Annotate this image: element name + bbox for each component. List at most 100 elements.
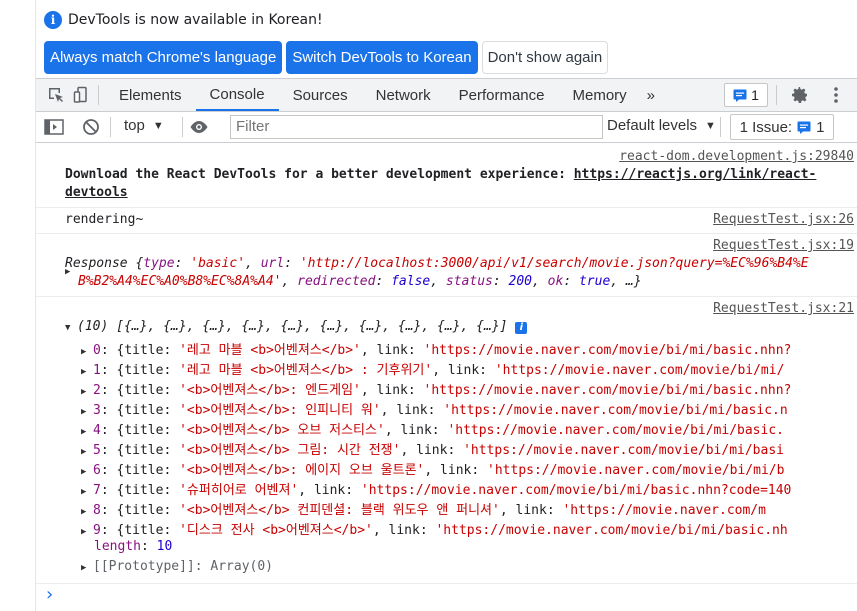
log-levels-dropdown[interactable]: Default levels ▼	[607, 117, 716, 134]
array-item[interactable]: ▶ 0: {title: '레고 마블 <b>어벤져스</b>', link: '…	[81, 339, 791, 358]
message-icon	[797, 121, 811, 134]
console-prompt[interactable]: ›	[36, 584, 857, 608]
tab-console[interactable]: Console	[195, 79, 279, 111]
item-index: 6	[93, 463, 101, 478]
message-icon	[733, 89, 747, 102]
source-link[interactable]: RequestTest.jsx:26	[713, 212, 854, 227]
array-summary[interactable]: ▼ (10) [{…}, {…}, {…}, {…}, {…}, {…}, {…}…	[65, 319, 528, 334]
array-item[interactable]: ▶ 8: {title: '<b>어벤져스</b> 컨피덴셜: 블랙 위도우 앤 …	[81, 499, 766, 518]
expand-arrow-icon[interactable]: ▶	[81, 467, 93, 477]
expand-arrow-icon[interactable]: ▶	[65, 267, 77, 277]
expand-arrow-icon[interactable]: ▶	[81, 487, 93, 497]
tab-performance[interactable]: Performance	[445, 79, 559, 111]
array-item[interactable]: ▶ 7: {title: '슈퍼히어로 어벤져', link: 'https://…	[81, 479, 791, 498]
array-item[interactable]: ▶ 9: {title: '디스크 전사 <b>어벤져스</b>', link: …	[81, 519, 788, 538]
always-match-language-button[interactable]: Always match Chrome's language	[44, 41, 283, 74]
item-link-key: link	[515, 503, 547, 518]
language-infobar: i DevTools is now available in Korean! A…	[36, 0, 857, 79]
settings-gear-icon[interactable]	[790, 85, 810, 105]
key-status: status	[445, 274, 493, 289]
item-link: 'https://movie.naver.com/movie/bi/mi/bas…	[360, 483, 792, 498]
issues-count: 1	[816, 118, 825, 136]
more-tabs-chevron-icon[interactable]: »	[641, 79, 661, 111]
array-item[interactable]: ▶ 5: {title: '<b>어벤져스</b> 그림: 시간 전쟁', lin…	[81, 439, 784, 458]
array-length: length: 10	[94, 539, 173, 554]
switch-to-korean-button[interactable]: Switch DevTools to Korean	[286, 41, 478, 74]
item-title-key: title	[124, 443, 164, 458]
tab-memory[interactable]: Memory	[559, 79, 641, 111]
item-title-key: title	[124, 423, 164, 438]
console-toolbar: top ▼ Filter Default levels ▼ 1 Issue: 1	[36, 112, 857, 143]
info-badge-icon: i	[515, 322, 528, 334]
react-devtools-link[interactable]: https://reactjs.org/link/react-	[574, 167, 817, 182]
array-item[interactable]: ▶ 4: {title: '<b>어벤져스</b> 오브 저스티스', link:…	[81, 419, 784, 438]
item-index: 8	[93, 503, 101, 518]
array-item[interactable]: ▶ 6: {title: '<b>어벤져스</b>: 에이지 오브 울트론', l…	[81, 459, 784, 478]
message-body: Download the React DevTools for a better…	[65, 167, 574, 182]
prompt-chevron-icon: ›	[44, 584, 55, 605]
collapse-arrow-icon[interactable]: ▼	[65, 323, 77, 333]
value-ok: true	[578, 274, 611, 289]
live-expression-eye-icon[interactable]	[189, 117, 209, 137]
item-link-key: link	[376, 383, 408, 398]
item-link-key: link	[447, 363, 480, 378]
item-title: '레고 마블 <b>어벤져스</b> : 기후위기'	[179, 363, 433, 378]
issues-label: 1 Issue:	[739, 118, 793, 136]
item-title: '<b>어벤져스</b> 오브 저스티스'	[179, 423, 385, 438]
tabbar-separator	[98, 85, 99, 105]
item-link: 'https://movie.naver.com/movie/bi/mi/bas…	[447, 423, 784, 438]
more-options-icon[interactable]	[826, 85, 846, 105]
inspect-element-icon[interactable]	[46, 85, 66, 105]
react-devtools-link-cont[interactable]: devtools	[65, 185, 128, 200]
expand-arrow-icon[interactable]: ▶	[81, 347, 93, 357]
infobar-buttons: Always match Chrome's language Switch De…	[44, 41, 609, 74]
array-item[interactable]: ▶ 1: {title: '레고 마블 <b>어벤져스</b> : 기후위기', …	[81, 359, 784, 378]
source-link[interactable]: RequestTest.jsx:19	[713, 238, 854, 253]
item-title-key: title	[124, 523, 164, 538]
messages-button[interactable]: 1	[724, 83, 768, 107]
array-item[interactable]: ▶ 2: {title: '<b>어벤져스</b>: 엔드게임', link: '…	[81, 379, 791, 398]
issues-button[interactable]: 1 Issue: 1	[730, 114, 834, 140]
item-index: 3	[93, 403, 101, 418]
key-ok: ok	[547, 274, 564, 289]
response-end: , …}	[610, 274, 642, 289]
clear-console-icon[interactable]	[81, 117, 101, 137]
item-link: 'https://movie.naver.com/movie/bi/mi/bas…	[423, 383, 792, 398]
item-link: 'https://movie.naver.com/movie/bi/mi/bas…	[463, 443, 784, 458]
value-url: 'http://localhost:3000/api/v1/search/mov…	[299, 256, 809, 271]
expand-arrow-icon[interactable]: ▶	[81, 407, 93, 417]
length-key: length	[94, 539, 141, 554]
context-selector[interactable]: top ▼	[124, 117, 164, 134]
console-message-array: RequestTest.jsx:21 ▼ (10) [{…}, {…}, {…},…	[36, 297, 857, 584]
console-output: react-dom.development.js:29840 Download …	[36, 143, 857, 608]
dont-show-again-button[interactable]: Don't show again	[481, 41, 609, 74]
device-toolbar-icon[interactable]	[72, 85, 92, 105]
item-link-key: link	[376, 343, 408, 358]
array-item[interactable]: ▶ 3: {title: '<b>어벤져스</b>: 인피니티 워', link:…	[81, 399, 788, 418]
item-title-key: title	[124, 383, 164, 398]
item-title-key: title	[124, 403, 164, 418]
expand-arrow-icon[interactable]: ▶	[81, 367, 93, 377]
source-link[interactable]: react-dom.development.js:29840	[619, 149, 854, 164]
filter-input[interactable]: Filter	[230, 115, 603, 139]
expand-arrow-icon[interactable]: ▶	[81, 527, 93, 537]
value-status: 200	[508, 274, 532, 289]
item-title-key: title	[124, 503, 164, 518]
expand-arrow-icon[interactable]: ▶	[81, 507, 93, 517]
tab-sources[interactable]: Sources	[279, 79, 362, 111]
tab-elements[interactable]: Elements	[105, 79, 196, 111]
expand-arrow-icon[interactable]: ▶	[81, 563, 93, 573]
tabbar-separator-2	[776, 85, 777, 105]
sidebar-toggle-icon[interactable]	[44, 117, 64, 137]
expand-arrow-icon[interactable]: ▶	[81, 387, 93, 397]
item-link: 'https://movie.naver.com/movie/bi/mi/bas…	[423, 343, 792, 358]
array-prototype[interactable]: ▶ [[Prototype]]: Array(0)	[81, 559, 273, 574]
source-link[interactable]: RequestTest.jsx:21	[713, 301, 854, 316]
tab-network[interactable]: Network	[362, 79, 445, 111]
item-link-key: link	[396, 403, 428, 418]
expand-arrow-icon[interactable]: ▶	[81, 427, 93, 437]
item-link-key: link	[416, 443, 448, 458]
item-link: 'https://movie.naver.com/movie/bi/mi/bas…	[443, 403, 788, 418]
expand-arrow-icon[interactable]: ▶	[81, 447, 93, 457]
item-title: '슈퍼히어로 어벤져'	[179, 483, 299, 498]
